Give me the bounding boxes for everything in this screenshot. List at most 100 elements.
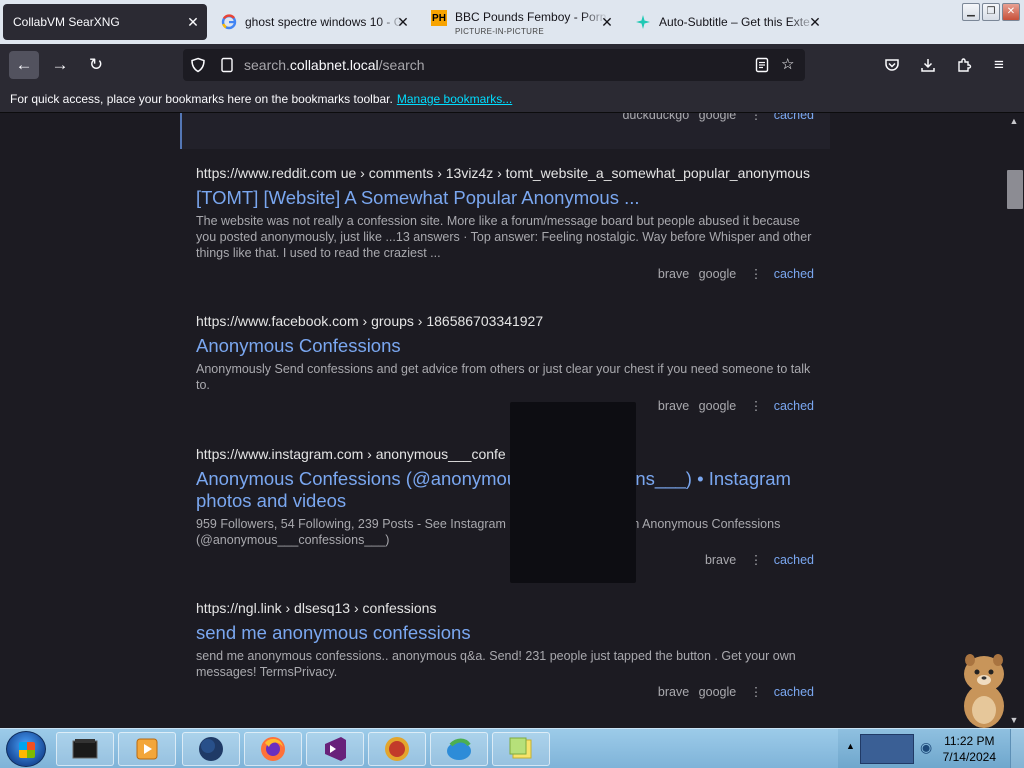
tab-title: Auto-Subtitle – Get this Exte (659, 15, 810, 29)
more-options-icon[interactable]: ⋮ (750, 399, 763, 413)
google-icon (221, 14, 237, 30)
ph-icon: PH (431, 10, 447, 26)
shield-icon[interactable] (190, 49, 206, 81)
result-url[interactable]: https://ngl.link › dlsesq13 › confession… (196, 600, 814, 618)
reload-button[interactable]: ↻ (81, 51, 111, 79)
result-title[interactable]: Anonymous Confessions (196, 335, 814, 357)
taskbar-item-paint-app[interactable] (368, 732, 426, 766)
taskbar-item-visual-studio[interactable] (306, 732, 364, 766)
scroll-up-icon[interactable]: ▲ (1004, 113, 1024, 129)
desktop-mascot[interactable] (950, 648, 1018, 728)
navigation-toolbar: ← → ↻ search.collabnet.local/search ☆ ≡ (0, 44, 1024, 86)
tab-google[interactable]: ghost spectre windows 10 - G ✕ (211, 4, 417, 40)
manage-bookmarks-link[interactable]: Manage bookmarks... (397, 92, 512, 106)
result-url[interactable]: https://www.facebook.com › groups › 1865… (196, 313, 814, 331)
system-tray: ▲ ◉ 11:22 PM 7/14/2024 (838, 729, 1024, 768)
result-snippet: send me anonymous confessions.. anonymou… (196, 649, 796, 679)
engine-label: google (698, 113, 737, 122)
pocket-icon[interactable] (877, 51, 907, 79)
cached-link[interactable]: cached (774, 267, 814, 281)
taskbar-item-sticky-notes[interactable] (492, 732, 550, 766)
tab-strip: CollabVM SearXNG ✕ ghost spectre windows… (0, 0, 1024, 44)
taskbar-item-media-player[interactable] (118, 732, 176, 766)
engine-label: brave (657, 267, 690, 281)
more-options-icon[interactable]: ⋮ (750, 553, 763, 567)
engine-label: duckduckgo (622, 113, 690, 122)
cached-link[interactable]: cached (774, 685, 814, 699)
more-options-icon[interactable]: ⋮ (750, 685, 763, 699)
cached-link[interactable]: cached (774, 113, 814, 122)
extension-icon (635, 14, 651, 30)
menu-icon[interactable]: ≡ (984, 51, 1014, 79)
result-title[interactable]: send me anonymous confessions (196, 622, 814, 644)
result-snippet: 959 Followers, 54 Following, 239 Posts -… (196, 517, 781, 547)
engine-label: google (698, 399, 737, 413)
tab-title: CollabVM SearXNG (13, 15, 120, 29)
taskbar-item-firefox[interactable] (244, 732, 302, 766)
search-result: https://ngl.link › dlsesq13 › confession… (196, 600, 814, 699)
cached-link[interactable]: cached (774, 399, 814, 413)
network-icon[interactable]: ◉ (920, 739, 932, 756)
result-snippet: Anonymously Send confessions and get adv… (196, 362, 811, 392)
engine-label: google (698, 267, 737, 281)
result-engines: brave google ⋮ cached (652, 398, 814, 413)
close-icon[interactable]: ✕ (599, 14, 615, 30)
result-url[interactable]: https://www.reddit.com ue › comments › 1… (196, 165, 814, 183)
bookmarks-toolbar: For quick access, place your bookmarks h… (0, 86, 1024, 113)
start-button[interactable] (6, 731, 46, 767)
url-bar[interactable]: search.collabnet.local/search ☆ (183, 49, 805, 81)
tab-pip-video[interactable]: PH BBC Pounds Femboy - Porn PICTURE-IN-P… (421, 4, 621, 40)
show-hidden-icons-icon[interactable]: ▲ (846, 741, 855, 751)
engine-label: brave (657, 399, 690, 413)
close-icon[interactable]: ✕ (395, 14, 411, 30)
search-page-icon[interactable] (219, 49, 235, 81)
result-engines: brave ⋮ cached (699, 552, 814, 567)
engine-label: brave (704, 553, 737, 567)
more-options-icon[interactable]: ⋮ (750, 113, 763, 122)
bookmarks-hint: For quick access, place your bookmarks h… (10, 92, 393, 106)
search-result: https://www.instagram.com › anonymous___… (196, 446, 814, 567)
taskbar: ▲ ◉ 11:22 PM 7/14/2024 (0, 728, 1024, 768)
result-url[interactable]: https://www.instagram.com › anonymous___… (196, 446, 814, 464)
engine-label: google (698, 685, 737, 699)
taskbar-clock[interactable]: 11:22 PM 7/14/2024 (943, 733, 996, 765)
result-engines: brave google ⋮ cached (652, 266, 814, 281)
search-result: https://www.reddit.com ue › comments › 1… (196, 165, 814, 281)
page-scrollbar[interactable]: ▲ ▼ (1004, 113, 1024, 728)
result-title[interactable]: [TOMT] [Website] A Somewhat Popular Anon… (196, 187, 814, 209)
close-window-button[interactable]: ✕ (1002, 3, 1020, 21)
taskbar-item-globe[interactable] (182, 732, 240, 766)
engine-label: brave (657, 685, 690, 699)
search-results-page: duckduckgo google ⋮ cached https://www.r… (0, 113, 1004, 728)
back-button[interactable]: ← (9, 51, 39, 79)
clock-time: 11:22 PM (944, 734, 995, 748)
forward-button[interactable]: → (45, 51, 75, 79)
star-bookmark-icon[interactable]: ☆ (781, 49, 794, 81)
restore-button[interactable]: ❐ (982, 3, 1000, 21)
result-snippet: The website was not really a confession … (196, 214, 812, 260)
downloads-icon[interactable] (913, 51, 943, 79)
tab-auto-subtitle[interactable]: Auto-Subtitle – Get this Exte ✕ (625, 4, 829, 40)
window-controls: ▁ ❐ ✕ (962, 3, 1020, 21)
taskbar-item-terminal[interactable] (56, 732, 114, 766)
url-text[interactable]: search.collabnet.local/search (244, 49, 425, 81)
reader-view-icon[interactable] (754, 49, 770, 81)
taskbar-item-download-manager[interactable] (430, 732, 488, 766)
more-options-icon[interactable]: ⋮ (750, 267, 763, 281)
extensions-icon[interactable] (949, 51, 979, 79)
show-desktop-button[interactable] (1010, 729, 1024, 768)
result-engines: brave google ⋮ cached (652, 684, 814, 699)
picture-in-picture-window[interactable] (510, 402, 636, 583)
close-icon[interactable]: ✕ (807, 14, 823, 30)
result-engines: duckduckgo google ⋮ cached (616, 113, 814, 122)
scrollbar-thumb[interactable] (1007, 170, 1023, 209)
clock-date: 7/14/2024 (942, 750, 996, 764)
tab-subtitle: PICTURE-IN-PICTURE (455, 27, 544, 36)
close-icon[interactable]: ✕ (185, 14, 201, 30)
tray-app-icon[interactable] (860, 734, 914, 764)
minimize-button[interactable]: ▁ (962, 3, 980, 21)
cached-link[interactable]: cached (774, 553, 814, 567)
answer-card: duckduckgo google ⋮ cached (180, 113, 830, 149)
tab-searxng[interactable]: CollabVM SearXNG ✕ (3, 4, 207, 40)
result-title[interactable]: Anonymous Confessions (@anonymous___conf… (196, 468, 814, 512)
